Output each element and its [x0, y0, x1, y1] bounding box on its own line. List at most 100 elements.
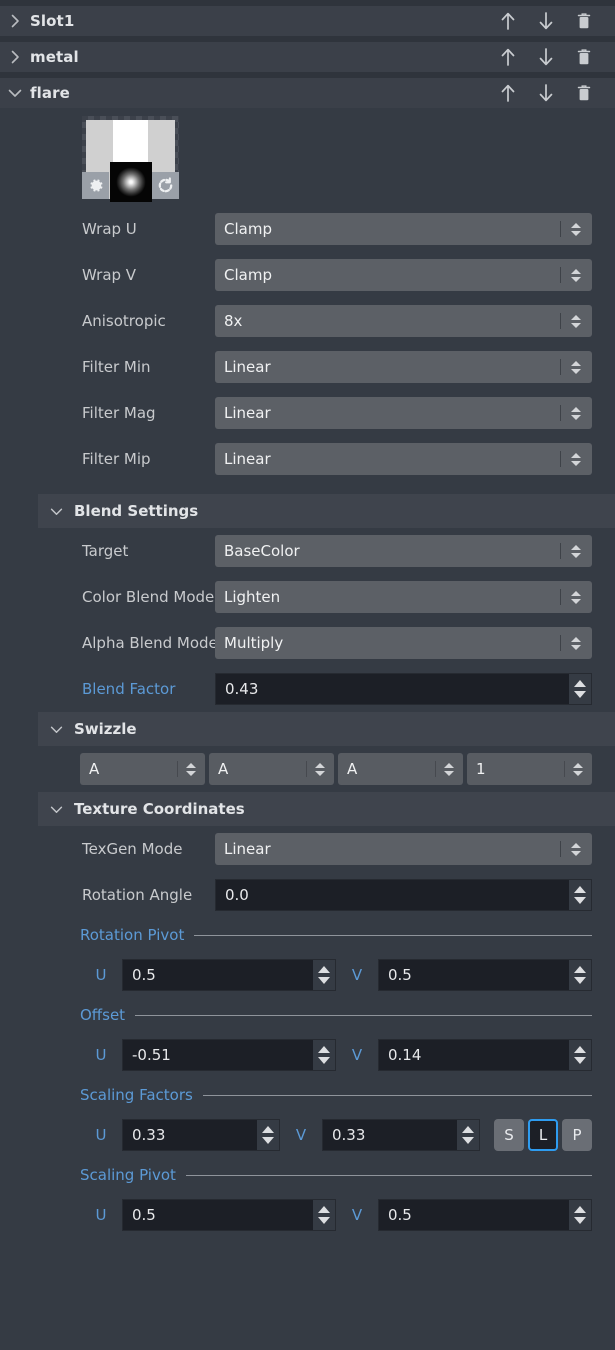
- gear-icon[interactable]: [82, 172, 109, 199]
- dropdown-filter-mip[interactable]: Linear: [215, 443, 592, 475]
- dropdown-wrap-u[interactable]: Clamp: [215, 213, 592, 245]
- slot-row-slot1[interactable]: Slot1: [0, 6, 615, 36]
- label-anisotropic: Anisotropic: [0, 312, 215, 330]
- swizzle-dropdown-g[interactable]: A: [209, 753, 334, 785]
- section-header-texture-coordinates[interactable]: Texture Coordinates: [38, 792, 615, 826]
- trash-icon[interactable]: [565, 78, 603, 108]
- texture-white-band: [113, 120, 148, 166]
- texture-thumbnail[interactable]: [82, 116, 179, 199]
- stepper-arrows-icon[interactable]: [441, 763, 457, 776]
- stepper-arrows-icon[interactable]: [569, 960, 591, 990]
- spinner-value: 0.14: [379, 1046, 569, 1064]
- dropdown-anisotropic[interactable]: 8x: [215, 305, 592, 337]
- dropdown-filter-min[interactable]: Linear: [215, 351, 592, 383]
- chevron-down-icon[interactable]: [38, 507, 74, 516]
- stepper-arrows-icon[interactable]: [567, 315, 585, 328]
- spinner-scaling-v[interactable]: 0.33: [322, 1119, 480, 1151]
- spinner-offset-v[interactable]: 0.14: [378, 1039, 592, 1071]
- spinner-scaling-pivot-u[interactable]: 0.5: [122, 1199, 336, 1231]
- chevron-down-icon[interactable]: [38, 725, 74, 734]
- dropdown-wrap-v[interactable]: Clamp: [215, 259, 592, 291]
- scaling-mode-button-p[interactable]: P: [562, 1119, 592, 1151]
- stepper-arrows-icon[interactable]: [567, 591, 585, 604]
- dropdown-texgen-mode[interactable]: Linear: [215, 833, 592, 865]
- spinner-blend-factor[interactable]: 0.43: [215, 673, 592, 705]
- stepper-arrows-icon[interactable]: [313, 960, 335, 990]
- spinner-scaling-pivot-v[interactable]: 0.5: [378, 1199, 592, 1231]
- move-down-icon[interactable]: [527, 6, 565, 36]
- dropdown-color-blend-mode[interactable]: Lighten: [215, 581, 592, 613]
- thumbnail-row: [0, 108, 615, 206]
- row-scaling-pivot-uv: U 0.5 V 0.5: [0, 1192, 615, 1238]
- field-scaling-u: 0.33: [122, 1119, 280, 1151]
- divider: [306, 761, 307, 777]
- refresh-icon[interactable]: [152, 172, 179, 199]
- stepper-arrows-icon[interactable]: [567, 361, 585, 374]
- chevron-right-icon[interactable]: [0, 14, 30, 28]
- dropdown-value: Clamp: [215, 220, 560, 238]
- stepper-arrows-icon[interactable]: [313, 1200, 335, 1230]
- subsection-scaling-factors: Scaling Factors: [0, 1078, 615, 1112]
- dropdown-value: Linear: [215, 358, 560, 376]
- scaling-mode-button-s[interactable]: S: [494, 1119, 524, 1151]
- section-header-blend-settings[interactable]: Blend Settings: [38, 494, 615, 528]
- stepper-arrows-icon[interactable]: [570, 763, 586, 776]
- stepper-arrows-icon[interactable]: [567, 407, 585, 420]
- stepper-arrows-icon[interactable]: [569, 880, 591, 910]
- stepper-arrows-icon[interactable]: [567, 843, 585, 856]
- slot-row-flare[interactable]: flare: [0, 78, 615, 108]
- dropdown-alpha-blend-mode[interactable]: Multiply: [215, 627, 592, 659]
- move-up-icon[interactable]: [489, 78, 527, 108]
- spinner-value: 0.33: [323, 1126, 457, 1144]
- stepper-arrows-icon[interactable]: [567, 453, 585, 466]
- label-v: V: [336, 1046, 378, 1064]
- spinner-offset-u[interactable]: -0.51: [122, 1039, 336, 1071]
- label-target: Target: [0, 542, 215, 560]
- row-alpha-blend-mode: Alpha Blend Mode Multiply: [0, 620, 615, 666]
- trash-icon[interactable]: [565, 42, 603, 72]
- trash-icon[interactable]: [565, 6, 603, 36]
- subsection-title: Offset: [80, 1006, 125, 1024]
- stepper-arrows-icon[interactable]: [569, 674, 591, 704]
- stepper-arrows-icon[interactable]: [183, 763, 199, 776]
- swizzle-dropdown-b[interactable]: A: [338, 753, 463, 785]
- stepper-arrows-icon[interactable]: [569, 1040, 591, 1070]
- stepper-arrows-icon[interactable]: [312, 763, 328, 776]
- divider: [560, 267, 561, 283]
- dropdown-value: Linear: [215, 404, 560, 422]
- slot-row-metal[interactable]: metal: [0, 42, 615, 72]
- label-blend-factor: Blend Factor: [0, 680, 215, 698]
- spinner-value: -0.51: [123, 1046, 313, 1064]
- move-up-icon[interactable]: [489, 6, 527, 36]
- move-up-icon[interactable]: [489, 42, 527, 72]
- stepper-arrows-icon[interactable]: [567, 545, 585, 558]
- spinner-rotation-angle[interactable]: 0.0: [215, 879, 592, 911]
- move-down-icon[interactable]: [527, 42, 565, 72]
- row-wrap-v: Wrap V Clamp: [0, 252, 615, 298]
- swizzle-dropdown-r[interactable]: A: [80, 753, 205, 785]
- dropdown-value: Multiply: [215, 634, 560, 652]
- label-alpha-blend-mode: Alpha Blend Mode: [0, 634, 215, 652]
- chevron-down-icon[interactable]: [38, 805, 74, 814]
- section-header-swizzle[interactable]: Swizzle: [38, 712, 615, 746]
- stepper-arrows-icon[interactable]: [567, 223, 585, 236]
- stepper-arrows-icon[interactable]: [569, 1200, 591, 1230]
- chevron-right-icon[interactable]: [0, 50, 30, 64]
- divider: [560, 451, 561, 467]
- stepper-arrows-icon[interactable]: [567, 637, 585, 650]
- stepper-arrows-icon[interactable]: [257, 1120, 279, 1150]
- spinner-rotation-pivot-v[interactable]: 0.5: [378, 959, 592, 991]
- move-down-icon[interactable]: [527, 78, 565, 108]
- dropdown-target[interactable]: BaseColor: [215, 535, 592, 567]
- spinner-scaling-u[interactable]: 0.33: [122, 1119, 280, 1151]
- stepper-arrows-icon[interactable]: [313, 1040, 335, 1070]
- scaling-mode-button-l[interactable]: L: [528, 1119, 558, 1151]
- stepper-arrows-icon[interactable]: [457, 1120, 479, 1150]
- chevron-down-icon[interactable]: [0, 88, 30, 98]
- divider: [203, 1095, 592, 1096]
- stepper-arrows-icon[interactable]: [567, 269, 585, 282]
- row-offset-uv: U -0.51 V 0.14: [0, 1032, 615, 1078]
- swizzle-dropdown-a[interactable]: 1: [467, 753, 592, 785]
- spinner-rotation-pivot-u[interactable]: 0.5: [122, 959, 336, 991]
- dropdown-filter-mag[interactable]: Linear: [215, 397, 592, 429]
